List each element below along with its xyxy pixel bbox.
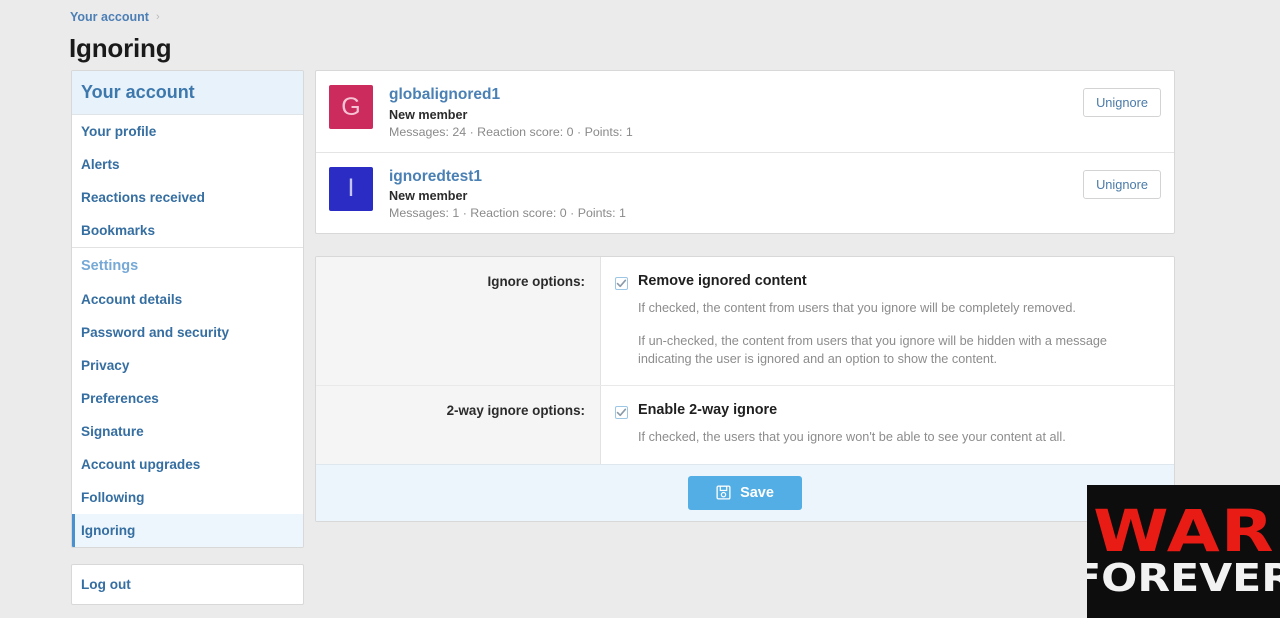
page-title: Ignoring	[69, 33, 172, 63]
sidebar-item-account-upgrades[interactable]: Account upgrades	[72, 448, 303, 481]
sidebar-item-log-out[interactable]: Log out	[72, 565, 303, 604]
sidebar-item-account-details[interactable]: Account details	[72, 283, 303, 316]
watermark-war-forever: WAR FOREVER	[1087, 485, 1280, 618]
checkbox-enable-two-way-ignore[interactable]	[615, 406, 628, 420]
ignored-user-title: New member	[389, 189, 468, 204]
sidebar-item-privacy[interactable]: Privacy	[72, 349, 303, 382]
unignore-button[interactable]: Unignore	[1083, 169, 1161, 199]
form-row-two-way-ignore: 2-way ignore options: Enable 2-way ignor…	[316, 385, 1174, 464]
breadcrumb-link-your-account[interactable]: Your account	[70, 10, 149, 24]
avatar[interactable]: I	[329, 166, 373, 211]
form-field-ignore-options: Remove ignored content If checked, the c…	[601, 257, 1174, 386]
sidebar-item-password-and-security[interactable]: Password and security	[72, 316, 303, 349]
breadcrumb: Your account ›	[70, 10, 160, 24]
sidebar-item-ignoring[interactable]: Ignoring	[72, 514, 303, 547]
ignored-user-row: G globalignored1 New member Messages: 24…	[316, 71, 1174, 152]
ignore-options-form: Ignore options: Remove ignored content I…	[315, 256, 1175, 522]
checkbox-remove-ignored-content[interactable]	[615, 277, 628, 291]
ignored-user-stats: Messages: 24 · Reaction score: 0 · Point…	[389, 124, 633, 139]
sidebar: Your account Your profile Alerts Reactio…	[71, 70, 304, 605]
sidebar-item-preferences[interactable]: Preferences	[72, 382, 303, 415]
form-field-two-way-ignore: Enable 2-way ignore If checked, the user…	[601, 386, 1174, 464]
ignored-user-title: New member	[389, 107, 468, 122]
ignored-user-row: I ignoredtest1 New member Messages: 1 · …	[316, 151, 1174, 234]
main-content: G globalignored1 New member Messages: 24…	[315, 70, 1175, 522]
avatar[interactable]: G	[329, 85, 373, 129]
checkbox-label-enable-two-way-ignore: Enable 2-way ignore	[638, 402, 778, 419]
save-icon	[716, 485, 731, 500]
form-footer: Save	[316, 463, 1174, 521]
sidebar-header: Your account	[72, 71, 303, 115]
sidebar-logout-block: Log out	[71, 564, 304, 605]
hint-remove-ignored-content-checked: If checked, the content from users that …	[638, 301, 1076, 316]
sidebar-item-following[interactable]: Following	[72, 481, 303, 514]
form-row-ignore-options: Ignore options: Remove ignored content I…	[316, 257, 1174, 386]
ignored-user-name[interactable]: ignoredtest1	[389, 168, 482, 187]
checkbox-label-remove-ignored-content: Remove ignored content	[638, 273, 807, 290]
save-button[interactable]: Save	[688, 475, 802, 510]
account-ignoring-page: Your account › Ignoring Your account You…	[0, 0, 1280, 618]
sidebar-section-settings: Settings	[72, 247, 303, 283]
sidebar-nav-block: Your account Your profile Alerts Reactio…	[71, 70, 304, 548]
watermark-line-2: FOREVER	[1087, 556, 1280, 601]
ignored-user-info: globalignored1 New member Messages: 24 ·…	[389, 85, 1083, 139]
chevron-right-icon: ›	[155, 11, 160, 23]
form-label-two-way-ignore: 2-way ignore options:	[316, 386, 601, 464]
ignored-user-info: ignoredtest1 New member Messages: 1 · Re…	[389, 167, 1083, 221]
save-button-label: Save	[740, 484, 774, 501]
sidebar-item-your-profile[interactable]: Your profile	[72, 115, 303, 148]
sidebar-item-signature[interactable]: Signature	[72, 415, 303, 448]
hint-two-way-ignore: If checked, the users that you ignore wo…	[638, 430, 1066, 445]
form-label-ignore-options: Ignore options:	[316, 257, 601, 386]
unignore-button[interactable]: Unignore	[1083, 88, 1161, 117]
watermark-line-1: WAR	[1092, 496, 1275, 565]
enable-two-way-ignore-row[interactable]: Enable 2-way ignore	[615, 402, 1156, 420]
sidebar-item-alerts[interactable]: Alerts	[72, 148, 303, 181]
sidebar-item-reactions-received[interactable]: Reactions received	[72, 181, 303, 214]
ignored-user-stats: Messages: 1 · Reaction score: 0 · Points…	[389, 206, 626, 221]
ignored-users-list: G globalignored1 New member Messages: 24…	[315, 70, 1175, 235]
ignored-user-name[interactable]: globalignored1	[389, 86, 500, 105]
remove-ignored-content-row[interactable]: Remove ignored content	[615, 273, 1156, 291]
sidebar-item-bookmarks[interactable]: Bookmarks	[72, 214, 303, 247]
hint-remove-ignored-content-unchecked: If un-checked, the content from users th…	[638, 333, 1107, 366]
